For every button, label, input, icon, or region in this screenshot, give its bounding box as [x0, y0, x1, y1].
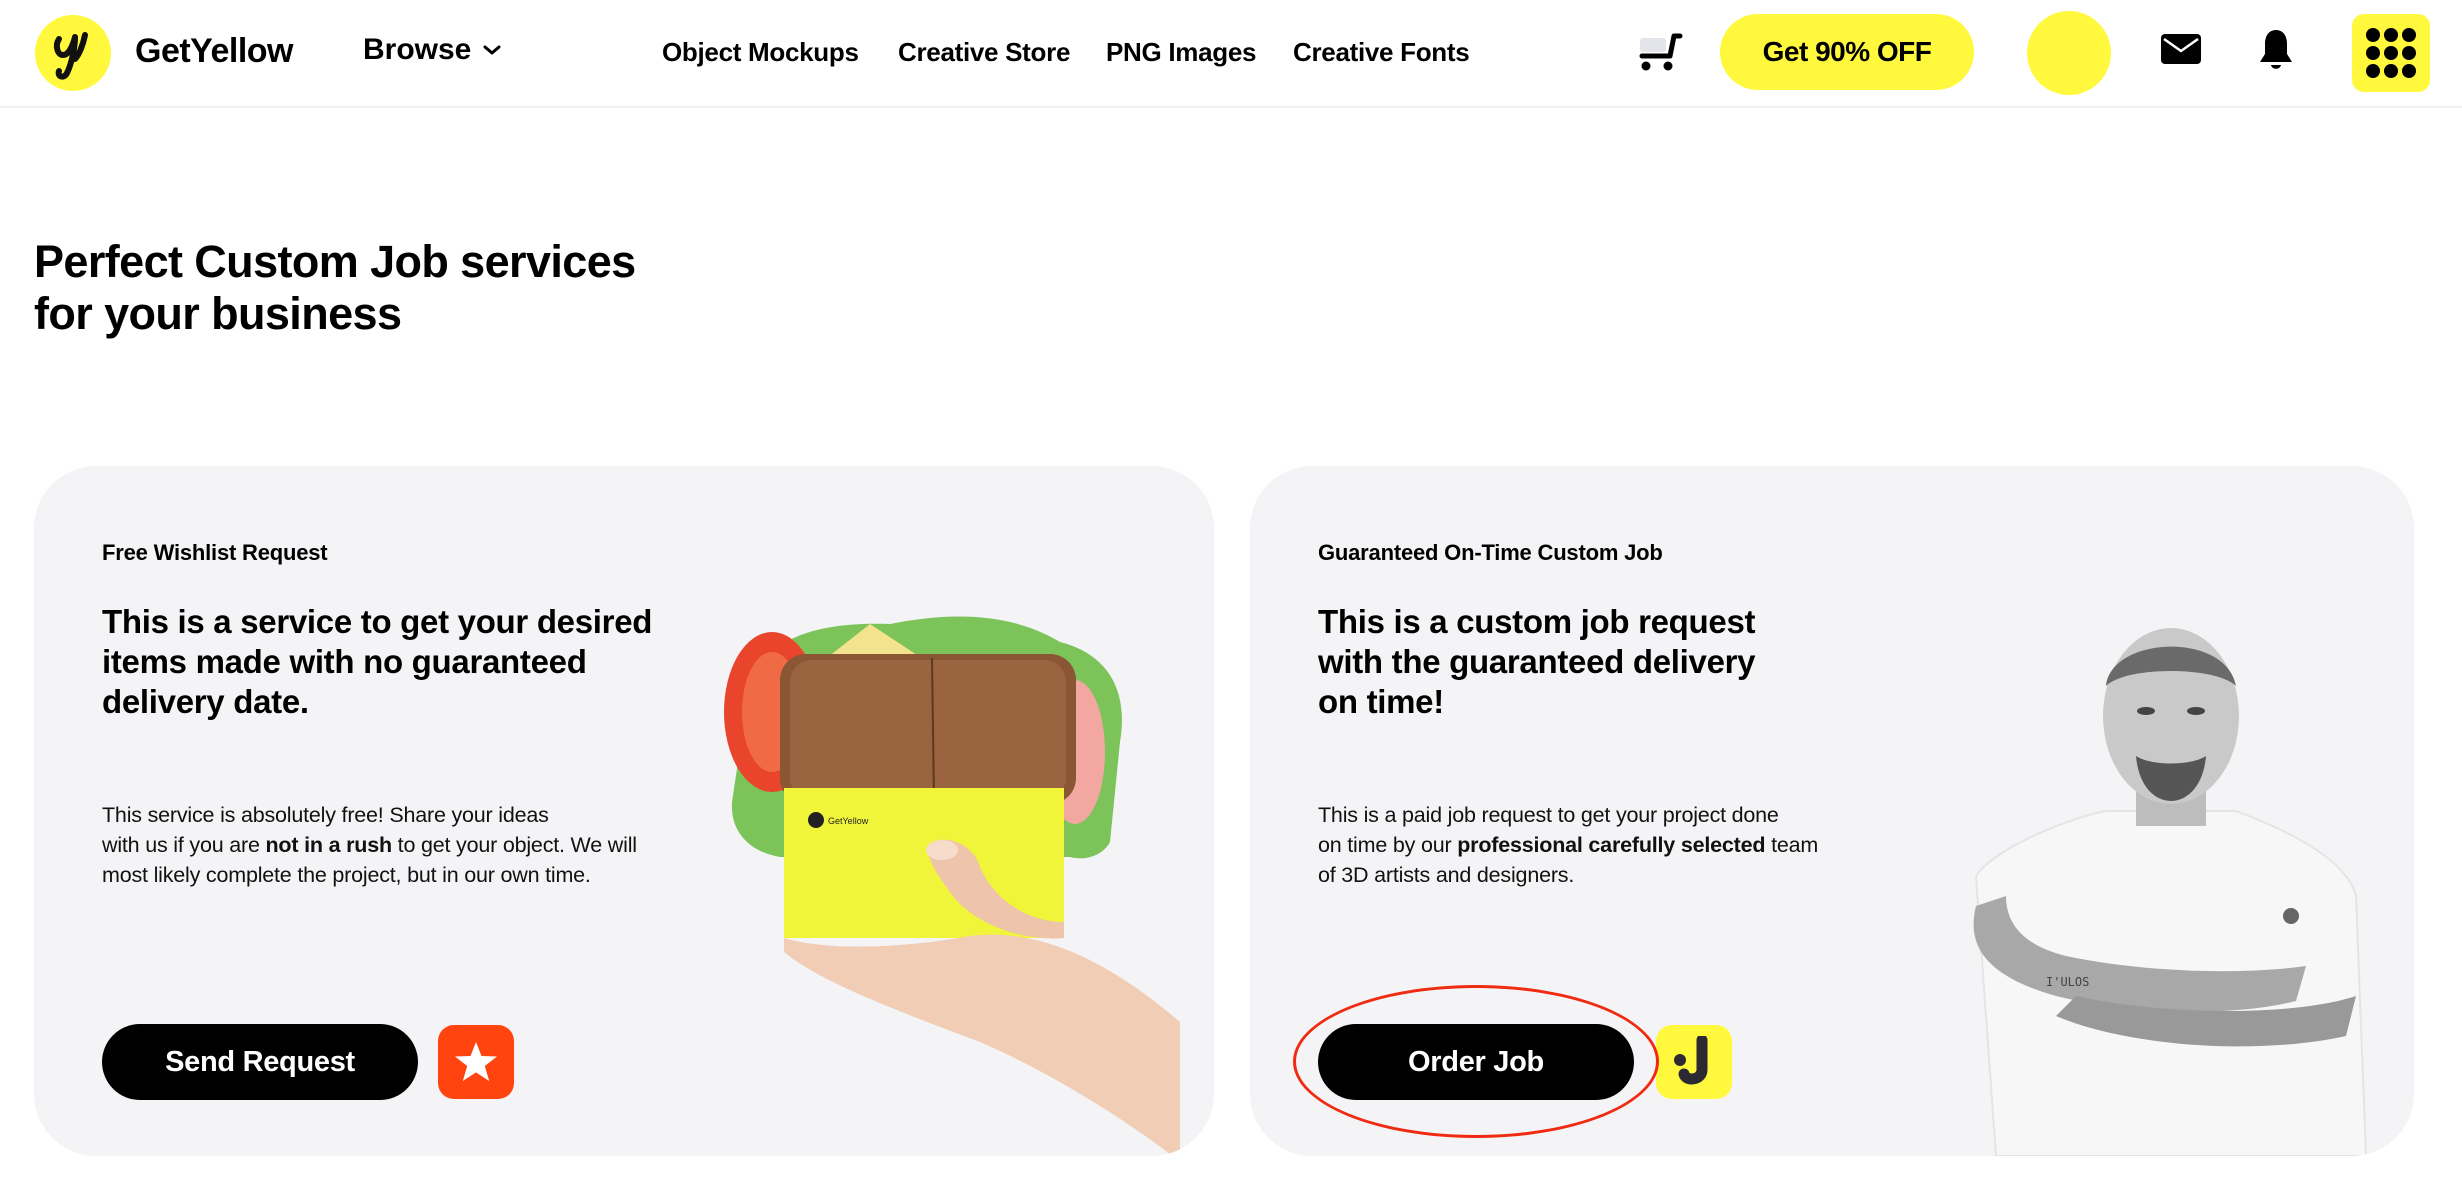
- description-text: to get your object. We will: [391, 833, 637, 857]
- description-line: most likely complete the project, but in…: [102, 863, 591, 887]
- page-title: Perfect Custom Job services for your bus…: [34, 236, 636, 340]
- send-request-button[interactable]: Send Request: [102, 1024, 418, 1100]
- page-title-line-2: for your business: [34, 288, 402, 339]
- j-logo-icon[interactable]: [1656, 1025, 1732, 1099]
- team-member-photo: I'ULOS: [1973, 628, 2368, 1156]
- description-line: of 3D artists and designers.: [1318, 863, 1575, 887]
- card-title-line: This is a custom job request: [1318, 603, 1756, 640]
- envelope-icon[interactable]: [2161, 34, 2201, 64]
- brand-name[interactable]: GetYellow: [135, 32, 294, 71]
- card-label: Free Wishlist Request: [102, 540, 328, 565]
- guaranteed-custom-job-card: Guaranteed On-Time Custom Job This is a …: [1250, 466, 2414, 1156]
- chevron-down-icon: [483, 45, 501, 55]
- get-discount-button[interactable]: Get 90% OFF: [1720, 14, 1974, 90]
- description-emphasis: professional carefully selected: [1457, 833, 1766, 857]
- browse-dropdown[interactable]: Browse: [363, 33, 501, 67]
- nav-link-creative-fonts[interactable]: Creative Fonts: [1293, 37, 1470, 68]
- description-line: This service is absolutely free! Share y…: [102, 803, 549, 827]
- description-text: team: [1765, 833, 1819, 857]
- card-title-line: on time!: [1318, 683, 1444, 720]
- card-title-line: delivery date.: [102, 683, 309, 720]
- card-description: This service is absolutely free! Share y…: [102, 800, 637, 890]
- card-title: This is a service to get your desired it…: [102, 602, 652, 722]
- card-title-line: items made with no guaranteed: [102, 643, 587, 680]
- browse-label: Browse: [363, 33, 472, 66]
- nav-link-creative-store[interactable]: Creative Store: [898, 37, 1070, 68]
- sandwich-illustration: GetYellow: [724, 616, 1180, 1156]
- shopping-cart-icon[interactable]: [1636, 30, 1684, 74]
- getyellow-logo[interactable]: [35, 15, 111, 91]
- description-emphasis: not in a rush: [265, 833, 393, 857]
- bell-icon[interactable]: [2258, 28, 2294, 72]
- star-icon[interactable]: [438, 1025, 514, 1099]
- description-text: with us if you are: [102, 833, 266, 857]
- top-navigation-bar: GetYellow Browse Object Mockups Creative…: [0, 0, 2462, 108]
- user-avatar[interactable]: [2027, 11, 2111, 95]
- order-job-button[interactable]: Order Job: [1318, 1024, 1634, 1100]
- svg-text:I'ULOS: I'ULOS: [2046, 975, 2089, 989]
- card-title: This is a custom job request with the gu…: [1318, 602, 1756, 722]
- card-title-line: This is a service to get your desired: [102, 603, 653, 640]
- free-wishlist-request-card: Free Wishlist Request This is a service …: [34, 466, 1214, 1156]
- nav-link-png-images[interactable]: PNG Images: [1106, 37, 1256, 68]
- card-label: Guaranteed On-Time Custom Job: [1318, 540, 1663, 565]
- description-line: This is a paid job request to get your p…: [1318, 803, 1779, 827]
- logo-y-glyph-icon: [53, 32, 88, 80]
- nav-link-object-mockups[interactable]: Object Mockups: [662, 37, 859, 68]
- page-title-line-1: Perfect Custom Job services: [34, 236, 636, 287]
- description-text: on time by our: [1318, 833, 1458, 857]
- wrapper-brand-text: GetYellow: [828, 816, 869, 826]
- apps-grid-icon[interactable]: [2352, 14, 2430, 92]
- card-description: This is a paid job request to get your p…: [1318, 800, 1818, 890]
- card-title-line: with the guaranteed delivery: [1318, 643, 1756, 680]
